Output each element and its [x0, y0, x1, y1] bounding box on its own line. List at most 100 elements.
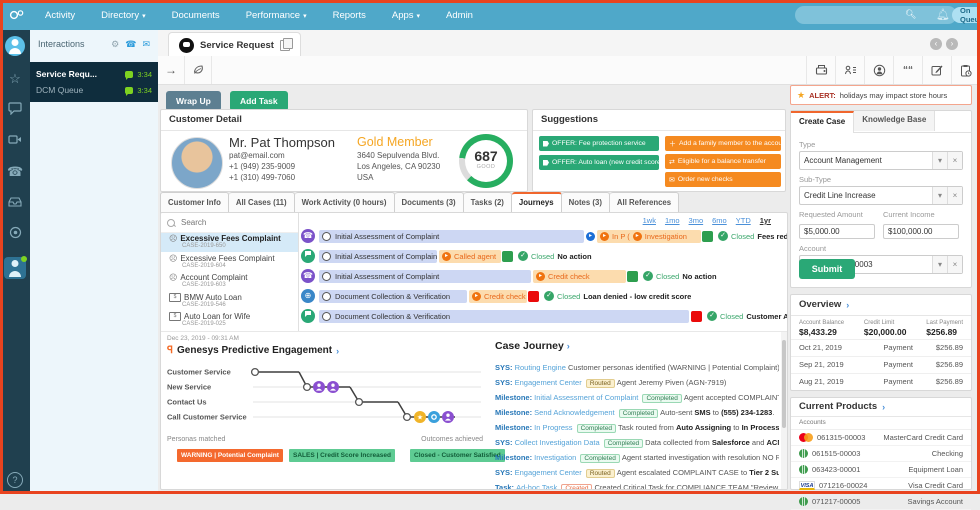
clear-icon[interactable]: ×: [947, 256, 962, 273]
tab-tasks-2-[interactable]: Tasks (2): [464, 192, 512, 214]
journey-stage-bar[interactable]: Initial Assessment of Complaint: [319, 250, 437, 263]
journey-node[interactable]: [252, 369, 259, 376]
range-1wk[interactable]: 1wk: [643, 216, 656, 225]
person-badge[interactable]: [327, 381, 339, 393]
subtype-select[interactable]: Credit Line Increase ▾×: [799, 186, 963, 205]
case-journey-event[interactable]: Milestone: Send Acknowledgement Complete…: [495, 408, 779, 420]
journey-stage-bar[interactable]: Document Collection & Verification: [319, 310, 689, 323]
interaction-row[interactable]: Service Requ...3:34: [36, 66, 152, 82]
interaction-card[interactable]: Service Requ...3:34DCM Queue3:34: [30, 62, 158, 102]
offer-pill[interactable]: OFFER: Fee protection service: [539, 136, 659, 151]
type-select[interactable]: Account Management ▾×: [799, 151, 963, 170]
case-journey-event[interactable]: SYS: Engagement Center RoutedAgent Jerem…: [495, 378, 779, 390]
menu-item-activity[interactable]: Activity: [32, 10, 88, 21]
product-row[interactable]: 071217-00005Savings Account: [791, 494, 971, 510]
case-list-item[interactable]: ☹Excessive Fees ComplaintCASE-2019-604: [161, 253, 298, 272]
chat-icon[interactable]: [7, 102, 23, 118]
global-search-input[interactable]: [795, 6, 957, 24]
tab-create-case[interactable]: Create Case: [791, 111, 854, 133]
wrap-up-button[interactable]: Wrap Up: [166, 91, 221, 111]
product-row[interactable]: VISA071216-00024Visa Credit Card: [791, 478, 971, 494]
journey-stage-bar[interactable]: Initial Assessment of Complaint: [319, 270, 531, 283]
menu-item-documents[interactable]: Documents: [159, 10, 233, 21]
scrollbar-thumb[interactable]: [782, 340, 786, 428]
open-case-journey-chevron[interactable]: ›: [567, 341, 570, 351]
fax-icon[interactable]: [806, 56, 835, 84]
case-search-input[interactable]: [179, 217, 283, 228]
action-pill[interactable]: ＋Add a family member to the account: [665, 136, 781, 151]
journey-event-segment[interactable]: ▸In P (▸Investigation: [597, 230, 701, 243]
schedule-clipboard-icon[interactable]: [951, 56, 980, 84]
open-products-chevron[interactable]: ›: [882, 398, 885, 416]
tab-customer-info[interactable]: Customer Info: [160, 192, 229, 214]
settings-disc-icon[interactable]: [7, 226, 23, 242]
payment-row[interactable]: Oct 21, 2019Payment$256.89: [791, 339, 971, 356]
contacts-icon[interactable]: [835, 56, 864, 84]
payment-row[interactable]: Sep 21, 2019Payment$256.89: [791, 356, 971, 373]
tab-service-request[interactable]: Service Request: [168, 32, 301, 57]
case-list-item[interactable]: ☹Excessive Fees ComplaintCASE-2019-650: [161, 233, 298, 252]
case-journey-event[interactable]: Milestone: Investigation CompletedAgent …: [495, 453, 779, 465]
tab-documents-3-[interactable]: Documents (3): [395, 192, 464, 214]
favorites-star-icon[interactable]: ☆: [7, 71, 23, 87]
customer-phone-2[interactable]: +1 (310) 499-7060: [229, 173, 295, 182]
journey-node[interactable]: [356, 399, 363, 406]
add-task-button[interactable]: Add Task: [230, 91, 288, 111]
journey-row[interactable]: Document Collection & Verification✓Close…: [301, 309, 788, 325]
quote-icon[interactable]: ““: [893, 56, 922, 84]
case-journey-event[interactable]: SYS: Routing Engine Customer personas id…: [495, 363, 779, 375]
journey-node[interactable]: [304, 384, 311, 391]
journey-row[interactable]: ☎Initial Assessment of Complaint▸▸In P (…: [301, 229, 788, 245]
dot-badge[interactable]: [428, 411, 440, 423]
journey-row[interactable]: Initial Assessment of Complaint▸Called a…: [301, 249, 788, 265]
journey-stage-bar[interactable]: Document Collection & Verification: [319, 290, 467, 303]
range-YTD[interactable]: YTD: [736, 216, 751, 225]
case-list-item[interactable]: $BMW Auto LoanCASE-2019-546: [161, 292, 298, 311]
help-icon[interactable]: ?: [7, 472, 23, 488]
email-icon[interactable]: ✉: [142, 39, 150, 50]
chevron-down-icon[interactable]: ▾: [932, 152, 947, 169]
copy-icon[interactable]: [280, 40, 290, 51]
case-journey-event[interactable]: SYS: Engagement Center RoutedAgent escal…: [495, 468, 779, 480]
leaf-icon[interactable]: [185, 56, 212, 84]
chevron-down-icon[interactable]: ▾: [932, 187, 947, 204]
tab-knowledge-base[interactable]: Knowledge Base: [854, 111, 935, 131]
nav-back-icon[interactable]: ‹: [930, 38, 942, 50]
clear-icon[interactable]: ×: [947, 152, 962, 169]
interactions-person-icon[interactable]: [4, 257, 26, 279]
journey-event-segment[interactable]: ▸Credit check: [469, 290, 527, 303]
interaction-row[interactable]: DCM Queue3:34: [36, 82, 152, 98]
range-1yr[interactable]: 1yr: [760, 216, 771, 225]
customer-phone-1[interactable]: +1 (949) 235-9009: [229, 162, 295, 171]
journey-event-segment[interactable]: ▸Credit check: [533, 270, 626, 283]
case-journey-event[interactable]: SYS: Collect Investigation Data Complete…: [495, 438, 779, 450]
current-income-input[interactable]: [883, 224, 959, 239]
search-icon[interactable]: 🔍︎: [905, 9, 916, 20]
product-row[interactable]: 063423-00001Equipment Loan: [791, 462, 971, 478]
menu-item-admin[interactable]: Admin: [433, 10, 486, 21]
journey-row[interactable]: ⊕Document Collection & Verification▸Cred…: [301, 289, 788, 305]
person-badge[interactable]: [313, 381, 325, 393]
star-badge[interactable]: ★: [414, 411, 426, 423]
journey-row[interactable]: ☎Initial Assessment of Complaint▸Credit …: [301, 269, 788, 285]
journey-node[interactable]: [404, 414, 411, 421]
case-journey-event[interactable]: Task: Ad-hoc Task CreatedCreated Critica…: [495, 483, 779, 490]
submit-button[interactable]: Submit: [799, 259, 855, 279]
chevron-down-icon[interactable]: ▾: [932, 256, 947, 273]
payment-row[interactable]: Aug 21, 2019Payment$256.89: [791, 373, 971, 390]
menu-item-directory[interactable]: Directory▾: [88, 10, 159, 21]
tab-work-activity-0-hours-[interactable]: Work Activity (0 hours): [295, 192, 395, 214]
case-search-box[interactable]: [161, 213, 298, 233]
offer-pill[interactable]: OFFER: Auto loan (new credit score): [539, 155, 659, 170]
inbox-icon[interactable]: [7, 195, 23, 211]
compose-icon[interactable]: [922, 56, 951, 84]
gear-icon[interactable]: ⚙: [111, 39, 119, 50]
product-row[interactable]: 061515-00003Checking: [791, 446, 971, 462]
person-circle-icon[interactable]: [864, 56, 893, 84]
nav-forward-icon[interactable]: ›: [946, 38, 958, 50]
transfer-arrow-icon[interactable]: →: [158, 56, 185, 84]
action-pill[interactable]: ⇄Eligible for a balance transfer: [665, 154, 781, 169]
case-list-item[interactable]: ☹Account ComplaintCASE-2019-603: [161, 272, 298, 291]
tab-all-cases-11-[interactable]: All Cases (11): [229, 192, 295, 214]
panel-scrollbar[interactable]: [781, 332, 787, 490]
